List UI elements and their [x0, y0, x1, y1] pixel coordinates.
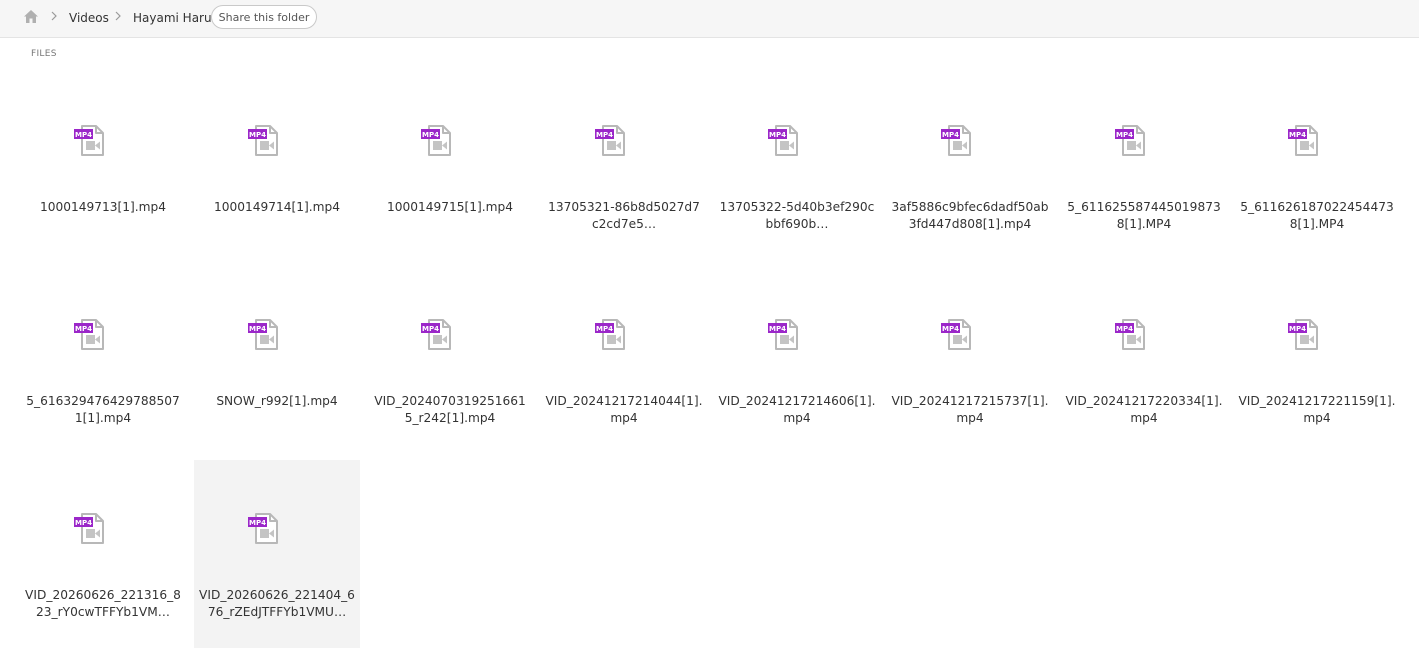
file-item[interactable]: MP4 VID_20240703192516615_r242[1].mp4: [367, 266, 533, 454]
section-label-files: FILES: [31, 49, 57, 59]
mp4-file-icon: MP4: [595, 125, 625, 156]
share-folder-button[interactable]: Share this folder: [211, 5, 317, 29]
mp4-file-icon: MP4: [74, 319, 104, 350]
mp4-file-icon: MP4: [1288, 319, 1318, 350]
file-item[interactable]: MP4 5_6163294764297885071[1].mp4: [20, 266, 186, 454]
file-name: 13705322-5d40b3ef290cbbf690b…: [719, 200, 875, 231]
file-name: 13705321-86b8d5027d7c2cd7e5…: [548, 200, 700, 231]
mp4-file-icon: MP4: [74, 125, 104, 156]
svg-text:MP4: MP4: [769, 325, 786, 333]
file-item[interactable]: MP4 SNOW_r992[1].mp4: [194, 266, 360, 454]
svg-text:MP4: MP4: [596, 131, 613, 139]
mp4-file-icon: MP4: [248, 125, 278, 156]
svg-text:MP4: MP4: [249, 519, 266, 527]
svg-text:MP4: MP4: [422, 325, 439, 333]
file-name: VID_20241217214606[1].mp4: [718, 394, 876, 425]
mp4-file-icon: MP4: [1115, 319, 1145, 350]
breadcrumb-item-videos[interactable]: Videos: [69, 10, 109, 26]
chevron-right-icon: [115, 11, 121, 21]
file-item[interactable]: MP4 VID_20260626_221316_823_rY0cwTFFYb1V…: [20, 460, 186, 648]
file-item[interactable]: MP4 13705322-5d40b3ef290cbbf690b…: [714, 72, 880, 260]
svg-text:MP4: MP4: [1289, 325, 1306, 333]
breadcrumb-item-current-folder[interactable]: Hayami Haru: [133, 10, 212, 26]
svg-text:MP4: MP4: [942, 131, 959, 139]
mp4-file-icon: MP4: [248, 319, 278, 350]
svg-text:MP4: MP4: [769, 131, 786, 139]
svg-text:MP4: MP4: [1116, 131, 1133, 139]
mp4-file-icon: MP4: [421, 319, 451, 350]
mp4-file-icon: MP4: [595, 319, 625, 350]
file-name: 5_6163294764297885071[1].mp4: [26, 394, 180, 425]
svg-text:MP4: MP4: [75, 519, 92, 527]
svg-text:MP4: MP4: [249, 131, 266, 139]
file-name: VID_20241217214044[1].mp4: [545, 394, 703, 425]
file-name: 5_6116255874450198738[1].MP4: [1067, 200, 1221, 231]
mp4-file-icon: MP4: [421, 125, 451, 156]
file-name: VID_20240703192516615_r242[1].mp4: [374, 394, 526, 425]
file-name: 1000149713[1].mp4: [39, 200, 167, 214]
svg-text:MP4: MP4: [75, 131, 92, 139]
file-item[interactable]: MP4 1000149715[1].mp4: [367, 72, 533, 260]
mp4-file-icon: MP4: [1115, 125, 1145, 156]
file-name: VID_20260626_221316_823_rY0cwTFFYb1VM…: [25, 588, 181, 619]
svg-text:MP4: MP4: [1289, 131, 1306, 139]
file-name: VID_20260626_221404_676_rZEdJTFFYb1VMU…: [199, 588, 355, 619]
mp4-file-icon: MP4: [941, 319, 971, 350]
file-name: VID_20241217220334[1].mp4: [1065, 394, 1223, 425]
svg-text:MP4: MP4: [942, 325, 959, 333]
file-item[interactable]: MP4 5_6116261870224544738[1].MP4: [1234, 72, 1400, 260]
chevron-right-icon: [51, 11, 57, 21]
file-item[interactable]: MP4 VID_20241217214606[1].mp4: [714, 266, 880, 454]
svg-text:MP4: MP4: [75, 325, 92, 333]
breadcrumb-bar: Videos Hayami Haru Share this folder: [0, 0, 1419, 38]
file-item[interactable]: MP4 1000149714[1].mp4: [194, 72, 360, 260]
svg-text:MP4: MP4: [422, 131, 439, 139]
svg-text:MP4: MP4: [596, 325, 613, 333]
svg-text:MP4: MP4: [1116, 325, 1133, 333]
file-name: 1000149714[1].mp4: [213, 200, 341, 214]
file-item[interactable]: MP4 3af5886c9bfec6dadf50ab3fd447d808[1].…: [887, 72, 1053, 260]
file-item[interactable]: MP4 VID_20241217221159[1].mp4: [1234, 266, 1400, 454]
mp4-file-icon: MP4: [248, 513, 278, 544]
file-item[interactable]: MP4 1000149713[1].mp4: [20, 72, 186, 260]
file-name: SNOW_r992[1].mp4: [216, 394, 338, 408]
file-name: VID_20241217215737[1].mp4: [891, 394, 1049, 425]
file-item[interactable]: MP4 VID_20260626_221404_676_rZEdJTFFYb1V…: [194, 460, 360, 648]
mp4-file-icon: MP4: [74, 513, 104, 544]
file-item[interactable]: MP4 13705321-86b8d5027d7c2cd7e5…: [541, 72, 707, 260]
file-name: 3af5886c9bfec6dadf50ab3fd447d808[1].mp4: [891, 200, 1049, 231]
mp4-file-icon: MP4: [1288, 125, 1318, 156]
file-item[interactable]: MP4 VID_20241217214044[1].mp4: [541, 266, 707, 454]
file-name: VID_20241217221159[1].mp4: [1238, 394, 1396, 425]
file-item[interactable]: MP4 VID_20241217220334[1].mp4: [1061, 266, 1227, 454]
svg-text:MP4: MP4: [249, 325, 266, 333]
file-item[interactable]: MP4 5_6116255874450198738[1].MP4: [1061, 72, 1227, 260]
mp4-file-icon: MP4: [768, 125, 798, 156]
file-name: 1000149715[1].mp4: [386, 200, 514, 214]
mp4-file-icon: MP4: [768, 319, 798, 350]
home-icon[interactable]: [23, 9, 39, 24]
mp4-file-icon: MP4: [941, 125, 971, 156]
file-name: 5_6116261870224544738[1].MP4: [1240, 200, 1394, 231]
file-item[interactable]: MP4 VID_20241217215737[1].mp4: [887, 266, 1053, 454]
